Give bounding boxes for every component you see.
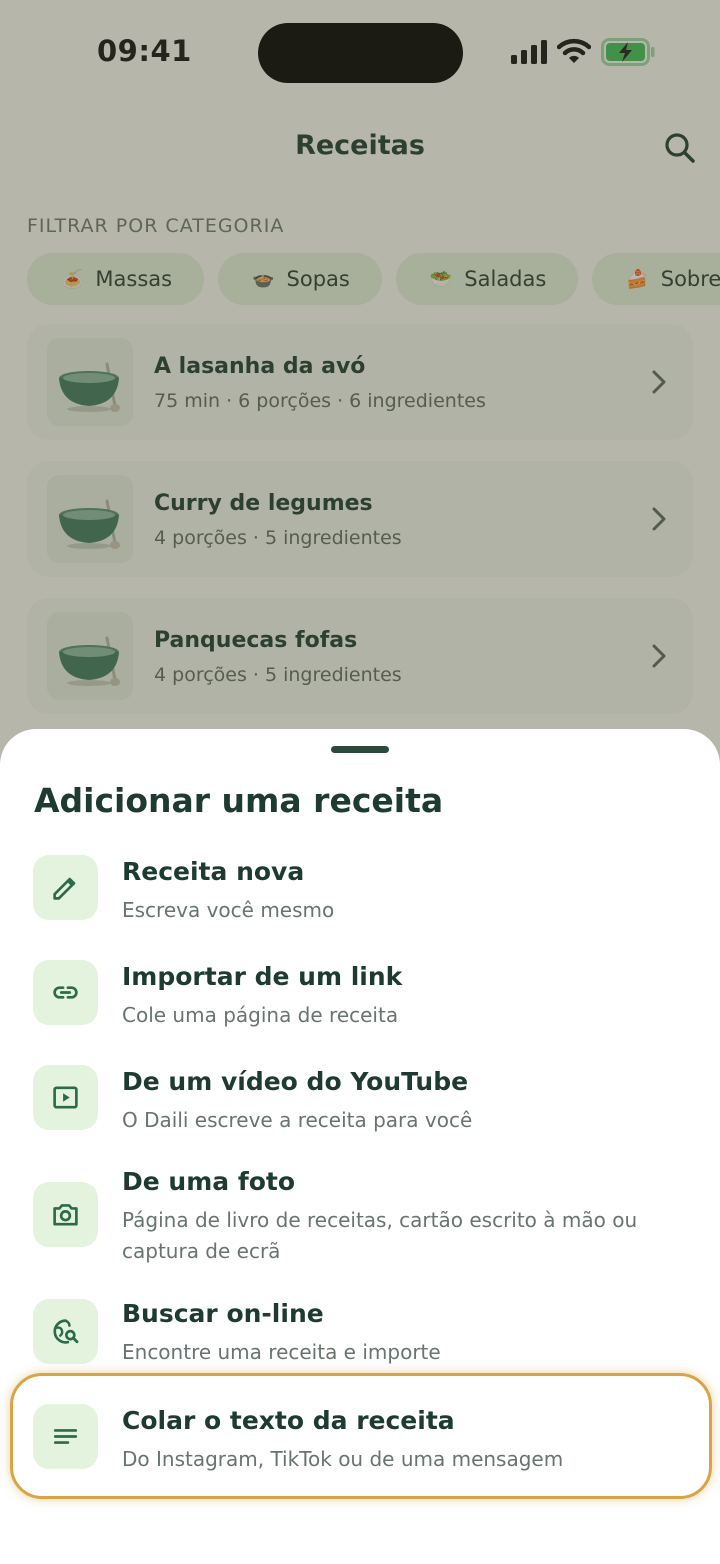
sheet-title: Adicionar uma receita <box>34 781 444 820</box>
option-subtitle: Escreva você mesmo <box>122 898 335 922</box>
option-subtitle: Página de livro de receitas, cartão escr… <box>122 1208 638 1263</box>
option-title: Receita nova <box>122 857 305 886</box>
option-title: De uma foto <box>122 1167 296 1196</box>
option-subtitle: O Daili escreve a receita para você <box>122 1108 473 1132</box>
camera-icon <box>53 1204 78 1226</box>
link-icon <box>53 986 78 999</box>
option-title: Buscar on-line <box>122 1299 324 1328</box>
option-title: De um vídeo do YouTube <box>122 1067 469 1096</box>
option-subtitle: Cole uma página de receita <box>122 1003 399 1027</box>
option-subtitle: Encontre uma receita e importe <box>122 1340 441 1364</box>
option-icon-container <box>33 1065 98 1130</box>
sheet-grabber-handle[interactable] <box>331 746 389 753</box>
option-icon-container <box>33 855 98 920</box>
option-from-photo[interactable]: De uma foto Página de livro de receitas,… <box>10 1167 710 1297</box>
pencil-icon <box>53 877 76 900</box>
add-recipe-sheet: Adicionar uma receita Receita nova Escre… <box>0 729 720 1564</box>
globe-search-icon <box>53 1319 79 1344</box>
option-icon-container <box>33 960 98 1025</box>
highlight-outline <box>10 1373 712 1499</box>
option-icon-container <box>33 1299 98 1364</box>
video-play-icon <box>53 1086 78 1109</box>
option-youtube-video[interactable]: De um vídeo do YouTube O Daili escreve a… <box>10 1065 710 1165</box>
option-title: Importar de um link <box>122 962 403 991</box>
option-import-link[interactable]: Importar de um link Cole uma página de r… <box>10 960 710 1060</box>
option-icon-container <box>33 1182 98 1247</box>
option-new-recipe[interactable]: Receita nova Escreva você mesmo <box>10 855 710 955</box>
